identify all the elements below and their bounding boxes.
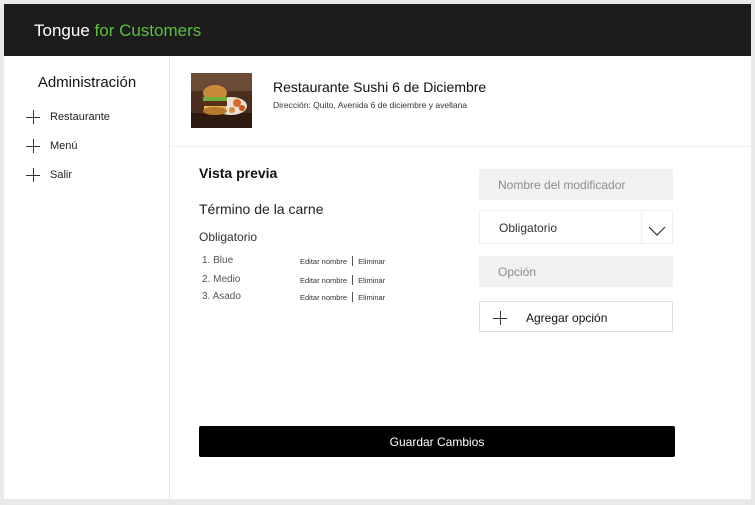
brand-logo[interactable]: Tongue for Customers bbox=[34, 21, 201, 41]
option-name: 3. Asado bbox=[202, 291, 241, 302]
option-name: 1. Blue bbox=[202, 255, 234, 266]
option-actions: Editar nombre Eliminar bbox=[300, 292, 385, 302]
brand-tagline: for Customers bbox=[94, 21, 202, 40]
restaurant-name: Restaurante Sushi 6 de Diciembre bbox=[273, 79, 487, 95]
delete-link[interactable]: Eliminar bbox=[358, 257, 385, 266]
sidebar-item-label: Restaurante bbox=[50, 111, 110, 123]
select-divider bbox=[641, 211, 642, 243]
sidebar-item-menu[interactable]: Menú bbox=[26, 137, 78, 155]
restaurant-header: Restaurante Sushi 6 de Diciembre Direcci… bbox=[170, 56, 751, 147]
modifier-requirement: Obligatorio bbox=[199, 230, 258, 244]
add-option-button[interactable]: Agregar opción bbox=[479, 301, 673, 332]
option-actions: Editar nombre Eliminar bbox=[300, 275, 385, 285]
plus-icon bbox=[26, 110, 40, 124]
plus-icon bbox=[493, 311, 507, 325]
edit-name-link[interactable]: Editar nombre bbox=[300, 293, 347, 302]
chevron-down-icon bbox=[648, 223, 666, 241]
sidebar: Administración Restaurante Menú Salir bbox=[4, 56, 170, 499]
preview-title: Vista previa bbox=[199, 165, 278, 181]
sidebar-item-label: Salir bbox=[50, 169, 73, 181]
divider bbox=[352, 275, 354, 285]
delete-link[interactable]: Eliminar bbox=[358, 293, 385, 302]
sidebar-item-label: Menú bbox=[50, 140, 78, 152]
sidebar-item-restaurante[interactable]: Restaurante bbox=[26, 108, 110, 126]
restaurant-address: Dirección: Quito, Avenida 6 de diciembre… bbox=[273, 100, 468, 110]
restaurant-image bbox=[191, 73, 252, 128]
requirement-select-value: Obligatorio bbox=[499, 221, 558, 235]
sidebar-title: Administración bbox=[37, 74, 137, 91]
option-field bbox=[479, 256, 673, 287]
plus-icon bbox=[26, 139, 40, 153]
edit-name-link[interactable]: Editar nombre bbox=[300, 257, 347, 266]
divider bbox=[352, 256, 354, 266]
option-actions: Editar nombre Eliminar bbox=[300, 256, 385, 266]
brand-name: Tongue bbox=[34, 21, 90, 40]
delete-link[interactable]: Eliminar bbox=[358, 276, 385, 285]
save-changes-button[interactable]: Guardar Cambios bbox=[199, 426, 675, 457]
modifier-group-name: Término de la carne bbox=[199, 201, 324, 217]
divider bbox=[352, 292, 354, 302]
requirement-select[interactable]: Obligatorio bbox=[479, 210, 673, 244]
modifier-name-input[interactable] bbox=[479, 169, 673, 200]
top-bar: Tongue for Customers bbox=[4, 4, 751, 56]
option-name: 2. Medio bbox=[202, 274, 241, 285]
plus-icon bbox=[26, 168, 40, 182]
add-option-label: Agregar opción bbox=[526, 311, 608, 325]
sidebar-item-salir[interactable]: Salir bbox=[26, 166, 72, 184]
app-window: Tongue for Customers Administración Rest… bbox=[4, 4, 751, 499]
option-input[interactable] bbox=[479, 256, 673, 287]
modifier-name-field bbox=[479, 169, 673, 200]
edit-name-link[interactable]: Editar nombre bbox=[300, 276, 347, 285]
